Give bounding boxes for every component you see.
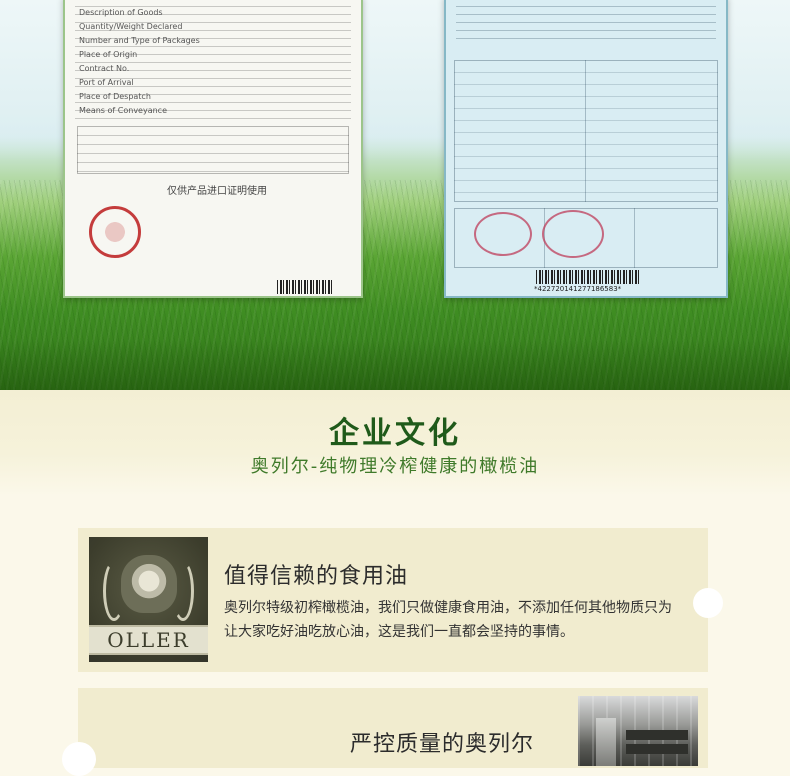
section-subtitle: 奥列尔-纯物理冷榨健康的橄榄油 — [250, 456, 540, 477]
section-title: 企业文化 — [329, 416, 461, 451]
declaration-ruled-lines — [456, 6, 716, 46]
pink-seal-stamp — [542, 210, 604, 258]
grass-shadow — [0, 340, 790, 390]
card-title: 严控质量的奥列尔 — [350, 732, 535, 757]
factory-photo — [578, 696, 698, 766]
red-seal-stamp — [89, 206, 141, 258]
cert-field-label: Number and Type of Packages — [79, 36, 200, 45]
declaration-barcode — [536, 270, 640, 284]
certificate-usage-note: 仅供产品进口证明使用 — [167, 186, 267, 197]
declaration-goods-grid — [454, 60, 718, 202]
logo-wordmark: OLLER — [89, 625, 208, 655]
lion-emblem-icon — [121, 555, 177, 613]
cert-field-label: Contract No. — [79, 64, 130, 73]
decorative-circle — [693, 588, 723, 618]
card-title: 值得信赖的食用油 — [224, 564, 409, 589]
cert-field-label: Place of Origin — [79, 50, 138, 59]
card-description: 奥列尔特级初榨橄榄油，我们只做健康食用油，不添加任何其他物质只为让大家吃好油吃放… — [224, 600, 672, 640]
culture-header: 企业文化 奥列尔-纯物理冷榨健康的橄榄油 — [0, 390, 790, 496]
barcode-number: *422720141277186583* — [534, 285, 622, 293]
customs-declaration-image: *422720141277186583* — [444, 0, 728, 298]
feature-card-trust: OLLER 值得信赖的食用油 奥列尔特级初榨橄榄油，我们只做健康食用油，不添加任… — [78, 528, 708, 672]
cert-field-label: Quantity/Weight Declared — [79, 22, 183, 31]
pink-seal-stamp — [474, 212, 532, 256]
certificate-barcode — [277, 280, 333, 294]
cert-field-label: Port of Arrival — [79, 78, 134, 87]
cert-field-label: Description of Goods — [79, 8, 163, 17]
import-certificate-image: Description of Goods Quantity/Weight Dec… — [63, 0, 363, 298]
certificate-goods-table — [77, 126, 349, 174]
feature-card-quality: 严控质量的奥列尔 — [78, 688, 708, 768]
cert-field-label: Place of Despatch — [79, 92, 151, 101]
oller-logo: OLLER — [89, 537, 208, 662]
cert-field-label: Means of Conveyance — [79, 106, 167, 115]
decorative-circle — [62, 742, 96, 776]
certificates-banner: Description of Goods Quantity/Weight Dec… — [0, 0, 790, 390]
